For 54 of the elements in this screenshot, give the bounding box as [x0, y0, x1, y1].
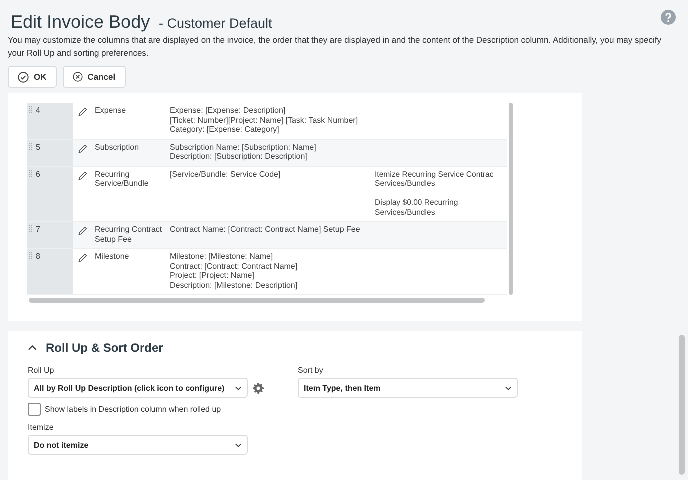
roll-up-select[interactable]: All by Roll Up Description (click icon to configure): [28, 378, 248, 398]
item-type: Expense: [95, 106, 126, 116]
dialog-description: You may customize the columns that are displayed on the invoice, the order that they are displayed in and the content of the Description column. Additionally, you may specify your Roll Up and sorting preferences.: [8, 34, 662, 60]
vertical-scrollbar[interactable]: [509, 103, 513, 295]
drag-handle-icon[interactable]: [29, 225, 32, 233]
row-number: 5: [36, 142, 40, 152]
description-template: Expense: [Expense: Description] [Ticket: Number][Project: Name] [Task: Task Number] Category: [Expense: Category]: [170, 106, 358, 134]
check-circle-icon: [18, 72, 29, 82]
table-row[interactable]: 5 Subscription Subscription Name: [Subscription: Name] Description: [Subscription: Description]: [27, 140, 507, 166]
pencil-icon[interactable]: [78, 144, 88, 154]
row-number: 4: [36, 106, 40, 116]
table-row[interactable]: 4 Expense Expense: [Expense: Description] [Ticket: Number][Project: Name] [Task: Task Number] Category: [Expense: Category]: [27, 103, 507, 140]
checkbox-label: Show labels in Description column when rolled up: [45, 405, 222, 414]
description-template: Milestone: [Milestone: Name] Contract: [Contract: Contract Name] Project: [Project: Name] Description: [Milestone: Description]: [170, 252, 298, 290]
field-label: Roll Up: [28, 366, 54, 375]
chevron-icon[interactable]: [28, 345, 37, 351]
sort-by-select[interactable]: Item Type, then Item: [298, 378, 518, 398]
row-number: 7: [36, 225, 40, 234]
pencil-icon[interactable]: [78, 253, 88, 263]
settings-icon[interactable]: [253, 382, 264, 394]
item-type: Recurring Service/Bundle: [95, 170, 149, 188]
page-scrollbar[interactable]: [679, 335, 685, 475]
ok-button[interactable]: OK: [8, 66, 57, 88]
checkbox[interactable]: [28, 403, 41, 416]
x-circle-icon: [72, 72, 83, 82]
pencil-icon[interactable]: [78, 170, 88, 180]
caret-icon: [235, 386, 242, 390]
help-icon[interactable]: [661, 10, 676, 24]
horizontal-scrollbar[interactable]: [29, 298, 485, 303]
description-template: Subscription Name: [Subscription: Name] Description: [Subscription: Description]: [170, 142, 316, 162]
row-number: 8: [36, 252, 40, 262]
caret-icon: [505, 386, 512, 390]
cancel-button[interactable]: Cancel: [62, 66, 126, 88]
item-type: Milestone: [95, 252, 130, 262]
caret-icon: [235, 442, 242, 448]
dialog-subtitle: - Customer Default: [158, 16, 272, 30]
field-label: Sort by: [298, 366, 324, 375]
drag-handle-icon[interactable]: [29, 142, 32, 150]
pencil-icon[interactable]: [78, 107, 88, 117]
drag-handle-icon[interactable]: [29, 170, 32, 178]
drag-handle-icon[interactable]: [29, 106, 32, 114]
description-template: [Service/Bundle: Service Code]: [170, 170, 281, 179]
drag-handle-icon[interactable]: [29, 252, 32, 260]
item-type: Recurring Contract Setup Fee: [95, 225, 162, 244]
pencil-icon[interactable]: [78, 226, 88, 236]
dialog-title: Edit Invoice Body: [11, 12, 150, 32]
table-row[interactable]: 8 Milestone Milestone: [Milestone: Name] Contract: [Contract: Contract Name] Project: [Project: Name] Description: [Milestone: Description]: [27, 249, 507, 295]
item-type: Subscription: [95, 142, 140, 152]
itemize-select[interactable]: Do not itemize: [28, 435, 248, 455]
section-title: Roll Up & Sort Order: [46, 341, 164, 355]
field-label: Itemize: [28, 423, 54, 432]
row-number: 6: [36, 170, 40, 179]
description-template: Contract Name: [Contract: Contract Name] Setup Fee: [170, 225, 360, 234]
table-row[interactable]: 7 Recurring Contract Setup Fee Contract Name: [Contract: Contract Name] Setup Fee: [27, 222, 507, 249]
